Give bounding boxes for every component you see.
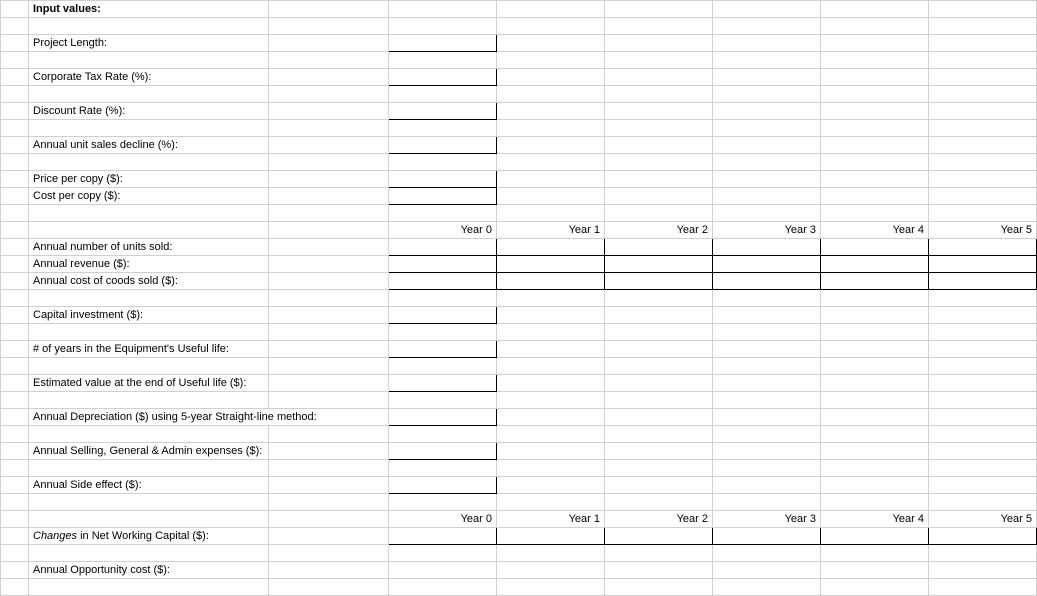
label-discount-rate: Discount Rate (%): [29, 103, 269, 120]
label-annual-units: Annual number of units sold: [29, 239, 269, 256]
row-corp-tax-rate: Corporate Tax Rate (%): [1, 69, 1037, 86]
input-units-y0[interactable] [389, 239, 497, 256]
row-year-header-1: Year 0 Year 1 Year 2 Year 3 Year 4 Year … [1, 222, 1037, 239]
input-nwc-y3[interactable] [713, 528, 821, 545]
input-revenue-y5[interactable] [929, 256, 1037, 273]
input-sga[interactable] [389, 443, 497, 460]
row-annual-decline: Annual unit sales decline (%): [1, 137, 1037, 154]
input-revenue-y2[interactable] [605, 256, 713, 273]
input-cogs-y4[interactable] [821, 273, 929, 290]
label-side-effect: Annual Side effect ($): [29, 477, 269, 494]
label-useful-life: # of years in the Equipment's Useful lif… [29, 341, 269, 358]
year3-header: Year 3 [713, 222, 821, 239]
label-cost-per-copy: Cost per copy ($): [29, 188, 269, 205]
label-corp-tax-rate: Corporate Tax Rate (%): [29, 69, 269, 86]
label-est-value: Estimated value at the end of Useful lif… [29, 375, 269, 392]
input-units-y5[interactable] [929, 239, 1037, 256]
row-depreciation: Annual Depreciation ($) using 5-year Str… [1, 409, 1037, 426]
input-est-value[interactable] [389, 375, 497, 392]
row-year-header-2: Year 0 Year 1 Year 2 Year 3 Year 4 Year … [1, 511, 1037, 528]
row-discount-rate: Discount Rate (%): [1, 103, 1037, 120]
input-capital-inv[interactable] [389, 307, 497, 324]
row-est-value: Estimated value at the end of Useful lif… [1, 375, 1037, 392]
label-annual-revenue: Annual revenue ($): [29, 256, 269, 273]
year3-header-2: Year 3 [713, 511, 821, 528]
input-depreciation[interactable] [389, 409, 497, 426]
row-sga: Annual Selling, General & Admin expenses… [1, 443, 1037, 460]
year1-header: Year 1 [497, 222, 605, 239]
input-cogs-y0[interactable] [389, 273, 497, 290]
row-opp-cost: Annual Opportunity cost ($): [1, 562, 1037, 579]
input-cogs-y1[interactable] [497, 273, 605, 290]
input-revenue-y3[interactable] [713, 256, 821, 273]
year4-header-2: Year 4 [821, 511, 929, 528]
input-nwc-y4[interactable] [821, 528, 929, 545]
input-useful-life[interactable] [389, 341, 497, 358]
input-side-effect[interactable] [389, 477, 497, 494]
label-nwc-changes: Changes in Net Working Capital ($): [29, 528, 269, 545]
year5-header-2: Year 5 [929, 511, 1037, 528]
spreadsheet: Input values: Project Length: Corporate … [0, 0, 1037, 596]
row-price-per-copy: Price per copy ($): [1, 171, 1037, 188]
label-annual-decline: Annual unit sales decline (%): [29, 137, 269, 154]
label-depreciation: Annual Depreciation ($) using 5-year Str… [29, 409, 389, 426]
input-annual-decline[interactable] [389, 137, 497, 154]
input-cogs-y5[interactable] [929, 273, 1037, 290]
label-price-per-copy: Price per copy ($): [29, 171, 269, 188]
year5-header: Year 5 [929, 222, 1037, 239]
row-cost-per-copy: Cost per copy ($): [1, 188, 1037, 205]
input-revenue-y1[interactable] [497, 256, 605, 273]
row-side-effect: Annual Side effect ($): [1, 477, 1037, 494]
label-capital-inv: Capital investment ($): [29, 307, 269, 324]
row-title: Input values: [1, 1, 1037, 18]
input-units-y2[interactable] [605, 239, 713, 256]
row-annual-units: Annual number of units sold: [1, 239, 1037, 256]
row-nwc-changes: Changes in Net Working Capital ($): [1, 528, 1037, 545]
row-annual-revenue: Annual revenue ($): [1, 256, 1037, 273]
input-units-y3[interactable] [713, 239, 821, 256]
year1-header-2: Year 1 [497, 511, 605, 528]
input-revenue-y0[interactable] [389, 256, 497, 273]
label-project-length: Project Length: [29, 35, 269, 52]
input-cogs-y2[interactable] [605, 273, 713, 290]
input-units-y4[interactable] [821, 239, 929, 256]
year2-header: Year 2 [605, 222, 713, 239]
input-price-per-copy[interactable] [389, 171, 497, 188]
input-project-length[interactable] [389, 35, 497, 52]
row-capital-inv: Capital investment ($): [1, 307, 1037, 324]
year4-header: Year 4 [821, 222, 929, 239]
input-nwc-y1[interactable] [497, 528, 605, 545]
input-nwc-y5[interactable] [929, 528, 1037, 545]
input-cogs-y3[interactable] [713, 273, 821, 290]
input-revenue-y4[interactable] [821, 256, 929, 273]
row-annual-cogs: Annual cost of coods sold ($): [1, 273, 1037, 290]
year0-header: Year 0 [389, 222, 497, 239]
input-units-y1[interactable] [497, 239, 605, 256]
year0-header-2: Year 0 [389, 511, 497, 528]
label-opp-cost: Annual Opportunity cost ($): [29, 562, 269, 579]
row-project-length: Project Length: [1, 35, 1037, 52]
input-nwc-y2[interactable] [605, 528, 713, 545]
input-discount-rate[interactable] [389, 103, 497, 120]
input-nwc-y0[interactable] [389, 528, 497, 545]
input-corp-tax-rate[interactable] [389, 69, 497, 86]
year2-header-2: Year 2 [605, 511, 713, 528]
title-cell: Input values: [29, 1, 269, 18]
label-sga: Annual Selling, General & Admin expenses… [29, 443, 269, 460]
row-useful-life: # of years in the Equipment's Useful lif… [1, 341, 1037, 358]
label-annual-cogs: Annual cost of coods sold ($): [29, 273, 269, 290]
input-cost-per-copy[interactable] [389, 188, 497, 205]
